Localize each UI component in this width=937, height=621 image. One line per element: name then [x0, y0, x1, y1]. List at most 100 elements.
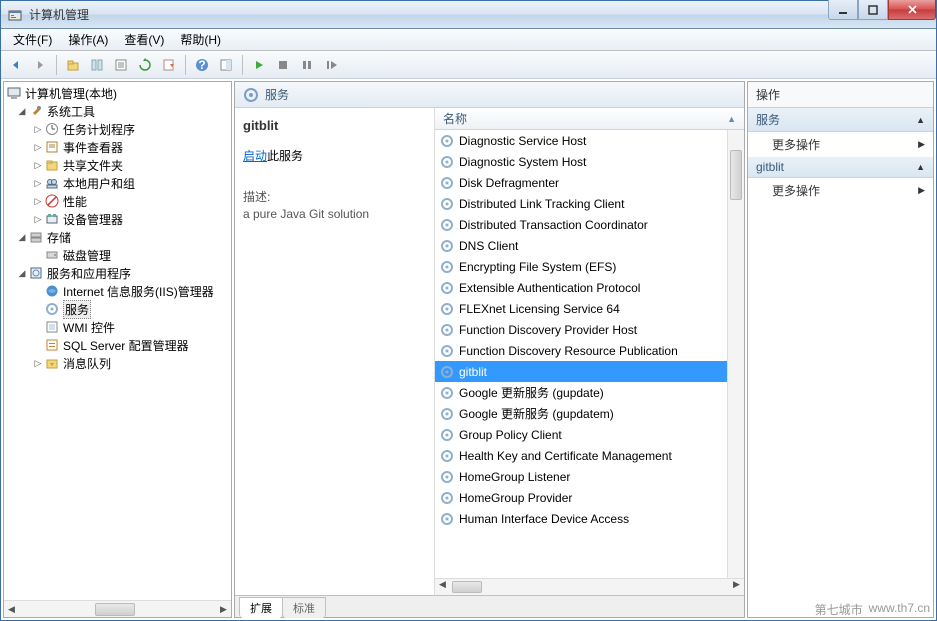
- back-button[interactable]: [5, 54, 27, 76]
- start-service-link[interactable]: 启动: [243, 149, 267, 163]
- tree-item[interactable]: ▷设备管理器: [4, 210, 231, 228]
- tree[interactable]: 计算机管理(本地) ◢ 系统工具 ▷任务计划程序▷事件查看器▷共享文件夹▷本地用…: [4, 82, 231, 600]
- forward-button[interactable]: [29, 54, 51, 76]
- scroll-thumb[interactable]: [95, 603, 135, 616]
- tree-item-label: WMI 控件: [63, 319, 115, 336]
- service-row[interactable]: Distributed Link Tracking Client: [435, 193, 727, 214]
- service-row[interactable]: Function Discovery Provider Host: [435, 319, 727, 340]
- maximize-button[interactable]: [858, 0, 888, 20]
- tree-item[interactable]: ▷事件查看器: [4, 138, 231, 156]
- scroll-thumb[interactable]: [730, 150, 742, 200]
- service-row[interactable]: gitblit: [435, 361, 727, 382]
- scroll-left-icon[interactable]: ◀: [4, 604, 19, 615]
- tree-item-label: 性能: [63, 193, 87, 210]
- app-icon: [7, 7, 23, 23]
- expand-icon[interactable]: ▷: [32, 196, 44, 207]
- service-row[interactable]: Encrypting File System (EFS): [435, 256, 727, 277]
- export-list-button[interactable]: [158, 54, 180, 76]
- service-row[interactable]: Diagnostic Service Host: [435, 130, 727, 151]
- list-hscrollbar[interactable]: ◀ ▶: [435, 578, 744, 595]
- tree-item[interactable]: ▷任务计划程序: [4, 120, 231, 138]
- toolbar-separator: [185, 55, 186, 75]
- tree-item[interactable]: ▷本地用户和组: [4, 174, 231, 192]
- restart-service-button[interactable]: [320, 54, 342, 76]
- service-row[interactable]: Human Interface Device Access: [435, 508, 727, 529]
- expand-icon[interactable]: ▷: [32, 214, 44, 225]
- expand-icon[interactable]: ▷: [32, 178, 44, 189]
- pause-service-button[interactable]: [296, 54, 318, 76]
- menu-view[interactable]: 查看(V): [116, 29, 172, 50]
- list-vscrollbar[interactable]: [727, 130, 744, 578]
- export-button[interactable]: [110, 54, 132, 76]
- tree-item[interactable]: WMI 控件: [4, 318, 231, 336]
- tree-storage[interactable]: ◢ 存储: [4, 228, 231, 246]
- tree-item-label: SQL Server 配置管理器: [63, 337, 189, 354]
- scroll-right-icon[interactable]: ▶: [216, 604, 231, 615]
- actions-section-services[interactable]: 服务 ▲: [748, 108, 933, 132]
- menu-file[interactable]: 文件(F): [5, 29, 60, 50]
- service-name: Encrypting File System (EFS): [459, 260, 616, 274]
- expand-icon[interactable]: ▷: [32, 358, 44, 369]
- collapse-up-icon: ▲: [916, 115, 925, 125]
- tree-item[interactable]: 服务: [4, 300, 231, 318]
- service-row[interactable]: Google 更新服务 (gupdate): [435, 382, 727, 403]
- refresh-button[interactable]: [134, 54, 156, 76]
- collapse-icon[interactable]: ◢: [16, 106, 28, 117]
- minimize-button[interactable]: [828, 0, 858, 20]
- actions-more-gitblit[interactable]: 更多操作 ▶: [748, 178, 933, 203]
- tree-root[interactable]: 计算机管理(本地): [4, 84, 231, 102]
- expand-icon[interactable]: ▷: [32, 124, 44, 135]
- service-row[interactable]: HomeGroup Provider: [435, 487, 727, 508]
- actions-section-gitblit[interactable]: gitblit ▲: [748, 157, 933, 178]
- service-row[interactable]: Health Key and Certificate Management: [435, 445, 727, 466]
- service-row[interactable]: Diagnostic System Host: [435, 151, 727, 172]
- tab-extended[interactable]: 扩展: [239, 597, 283, 618]
- service-row[interactable]: Google 更新服务 (gupdatem): [435, 403, 727, 424]
- tree-item[interactable]: ▷共享文件夹: [4, 156, 231, 174]
- service-row[interactable]: FLEXnet Licensing Service 64: [435, 298, 727, 319]
- stop-service-button[interactable]: [272, 54, 294, 76]
- service-name: DNS Client: [459, 239, 518, 253]
- show-hide-button[interactable]: [215, 54, 237, 76]
- menu-action[interactable]: 操作(A): [60, 29, 116, 50]
- service-row[interactable]: Group Policy Client: [435, 424, 727, 445]
- scroll-thumb[interactable]: [452, 581, 482, 593]
- collapse-icon[interactable]: ◢: [16, 268, 28, 279]
- scroll-left-icon[interactable]: ◀: [435, 579, 450, 595]
- service-row[interactable]: Disk Defragmenter: [435, 172, 727, 193]
- expand-icon[interactable]: ▷: [32, 142, 44, 153]
- tree-services-apps[interactable]: ◢ 服务和应用程序: [4, 264, 231, 282]
- tab-standard[interactable]: 标准: [282, 597, 326, 618]
- column-header-name[interactable]: 名称 ▲: [435, 108, 744, 130]
- sort-asc-icon: ▲: [727, 114, 736, 124]
- scroll-right-icon[interactable]: ▶: [729, 579, 744, 595]
- tree-system-tools[interactable]: ◢ 系统工具: [4, 102, 231, 120]
- service-row[interactable]: Distributed Transaction Coordinator: [435, 214, 727, 235]
- service-name: FLEXnet Licensing Service 64: [459, 302, 620, 316]
- tree-hscrollbar[interactable]: ◀▶: [4, 600, 231, 617]
- service-list[interactable]: Diagnostic Service HostDiagnostic System…: [435, 130, 744, 578]
- tree-item[interactable]: ▷ 性能: [4, 192, 231, 210]
- collapse-icon[interactable]: ◢: [16, 232, 28, 243]
- service-row[interactable]: Function Discovery Resource Publication: [435, 340, 727, 361]
- gear-icon: [439, 154, 455, 170]
- tree-item[interactable]: ▷消息队列: [4, 354, 231, 372]
- tree-item[interactable]: Internet 信息服务(IIS)管理器: [4, 282, 231, 300]
- actions-more-services[interactable]: 更多操作 ▶: [748, 132, 933, 157]
- menu-help[interactable]: 帮助(H): [172, 29, 229, 50]
- close-button[interactable]: [888, 0, 936, 20]
- up-button[interactable]: [62, 54, 84, 76]
- service-row[interactable]: HomeGroup Listener: [435, 466, 727, 487]
- collapse-up-icon: ▲: [916, 162, 925, 172]
- properties-button[interactable]: [86, 54, 108, 76]
- start-service-button[interactable]: [248, 54, 270, 76]
- tree-item-icon: [44, 139, 60, 155]
- expand-icon[interactable]: ▷: [32, 160, 44, 171]
- help-button[interactable]: ?: [191, 54, 213, 76]
- tree-item[interactable]: 磁盘管理: [4, 246, 231, 264]
- service-row[interactable]: Extensible Authentication Protocol: [435, 277, 727, 298]
- tree-item[interactable]: SQL Server 配置管理器: [4, 336, 231, 354]
- service-row[interactable]: DNS Client: [435, 235, 727, 256]
- tree-item-label: 服务: [63, 300, 91, 319]
- service-detail: gitblit 启动此服务 描述: a pure Java Git soluti…: [235, 108, 435, 595]
